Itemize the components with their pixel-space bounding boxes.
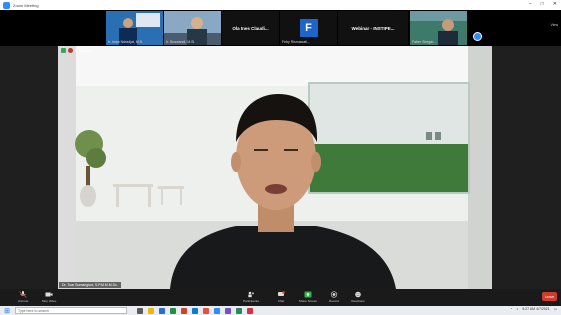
record-icon <box>330 291 338 298</box>
participant-name-display: Webinar - INSTIPE... <box>351 25 395 31</box>
record-label: Record <box>329 299 339 303</box>
speaker-video <box>58 46 492 289</box>
unmute-label: Unmute <box>17 299 29 303</box>
speaker-name: Dr. Toar Sumangkut, S.P.M.M.M.Sc. <box>59 282 121 288</box>
meeting-toolbar: Unmute Stop Video Participants Chat Shar… <box>0 289 561 306</box>
participant-tile[interactable]: F Feby Rismawati... <box>280 11 337 45</box>
unmute-button[interactable]: Unmute <box>10 291 36 303</box>
title-bar: Zoom Meeting – □ ✕ <box>0 0 561 10</box>
share-icon <box>304 291 312 298</box>
excel-icon[interactable] <box>170 307 176 314</box>
maximize-button[interactable]: □ <box>541 1 544 7</box>
leave-button[interactable]: Leave <box>542 292 557 301</box>
participant-tile[interactable]: Ir. Ruswandi, M.Si. <box>164 11 221 45</box>
participant-name-display: Ola Ines Claudi... <box>232 25 269 31</box>
share-screen-label: Share Screen <box>298 299 318 303</box>
share-screen-button[interactable]: Share Screen <box>295 291 321 303</box>
reactions-icon <box>355 291 361 298</box>
system-tray: ◔ ◖ 9:27 AM 4/7/2021 ▭ <box>510 307 557 311</box>
shield-icon <box>61 48 66 53</box>
edge-icon[interactable] <box>192 307 198 314</box>
participant-tile[interactable]: Faber Siregar... <box>410 11 467 45</box>
video-icon <box>45 292 53 297</box>
window-title: Zoom Meeting <box>13 2 39 8</box>
clock-time: 9:27 AM <box>522 307 536 311</box>
record-button[interactable]: Record <box>321 291 347 303</box>
active-speaker-indicator <box>473 32 482 41</box>
chat-button[interactable]: Chat <box>268 291 294 303</box>
app-icon[interactable] <box>236 307 242 314</box>
recording-indicator: Recording <box>61 48 91 53</box>
app-icon[interactable] <box>225 307 231 314</box>
participants-label: Participants <box>243 299 259 303</box>
view-button[interactable]: View <box>550 23 558 27</box>
zoom-logo-icon <box>3 1 10 9</box>
window-controls: – □ ✕ <box>529 1 557 7</box>
recording-label: Recording <box>75 48 91 53</box>
app-icon[interactable] <box>247 307 253 314</box>
record-dot-icon <box>68 48 73 53</box>
file-explorer-icon[interactable] <box>148 307 154 314</box>
participant-tile[interactable]: Webinar - INSTIPE... <box>338 11 408 45</box>
task-view-icon[interactable] <box>137 307 143 314</box>
search-placeholder: Type here to search <box>18 308 49 313</box>
wifi-icon[interactable]: ◔ <box>510 307 512 311</box>
participant-name: Ir. Ruswandi, M.Si. <box>166 40 196 44</box>
mic-icon <box>19 291 27 298</box>
avatar: F <box>299 19 318 37</box>
minimize-button[interactable]: – <box>529 1 532 7</box>
chat-icon <box>278 291 285 296</box>
taskbar: ⊞ Type here to search ◔ ◖ 9:27 AM 4/7/20… <box>0 306 561 315</box>
participant-strip: Ir. Iman Ndradjat, M.S. Ir. Ruswandi, M.… <box>0 10 561 46</box>
clock-date: 4/7/2021 <box>536 307 550 311</box>
stop-video-label: Stop Video <box>41 299 57 303</box>
participant-tile[interactable]: Ir. Iman Ndradjat, M.S. <box>106 11 163 45</box>
main-video[interactable]: Recording Dr. Toar Sumangkut, S.P.M.M.M.… <box>58 46 492 289</box>
reactions-button[interactable]: Reactions <box>345 291 371 303</box>
notification-icon[interactable]: ▭ <box>554 307 557 311</box>
clock[interactable]: 9:27 AM 4/7/2021 <box>522 307 549 311</box>
windows-start-icon[interactable]: ⊞ <box>2 306 12 315</box>
taskbar-search-input[interactable]: Type here to search <box>15 307 127 314</box>
participant-tile[interactable]: Ola Ines Claudi... <box>222 11 279 45</box>
volume-icon[interactable]: ◖ <box>516 307 518 311</box>
reactions-label: Reactions <box>351 299 365 303</box>
stop-video-button[interactable]: Stop Video <box>36 291 62 303</box>
zoom-taskbar-icon[interactable] <box>214 307 220 314</box>
powerpoint-icon[interactable] <box>181 307 187 314</box>
participants-icon <box>248 291 254 298</box>
participant-name: Faber Siregar... <box>412 40 437 44</box>
close-button[interactable]: ✕ <box>553 1 557 7</box>
participants-button[interactable]: Participants <box>238 291 264 303</box>
word-icon[interactable] <box>159 307 165 314</box>
participant-name: Ir. Iman Ndradjat, M.S. <box>108 40 144 44</box>
participant-name: Feby Rismawati... <box>282 40 310 44</box>
chat-label: Chat <box>277 299 285 303</box>
chrome-icon[interactable] <box>203 307 209 314</box>
